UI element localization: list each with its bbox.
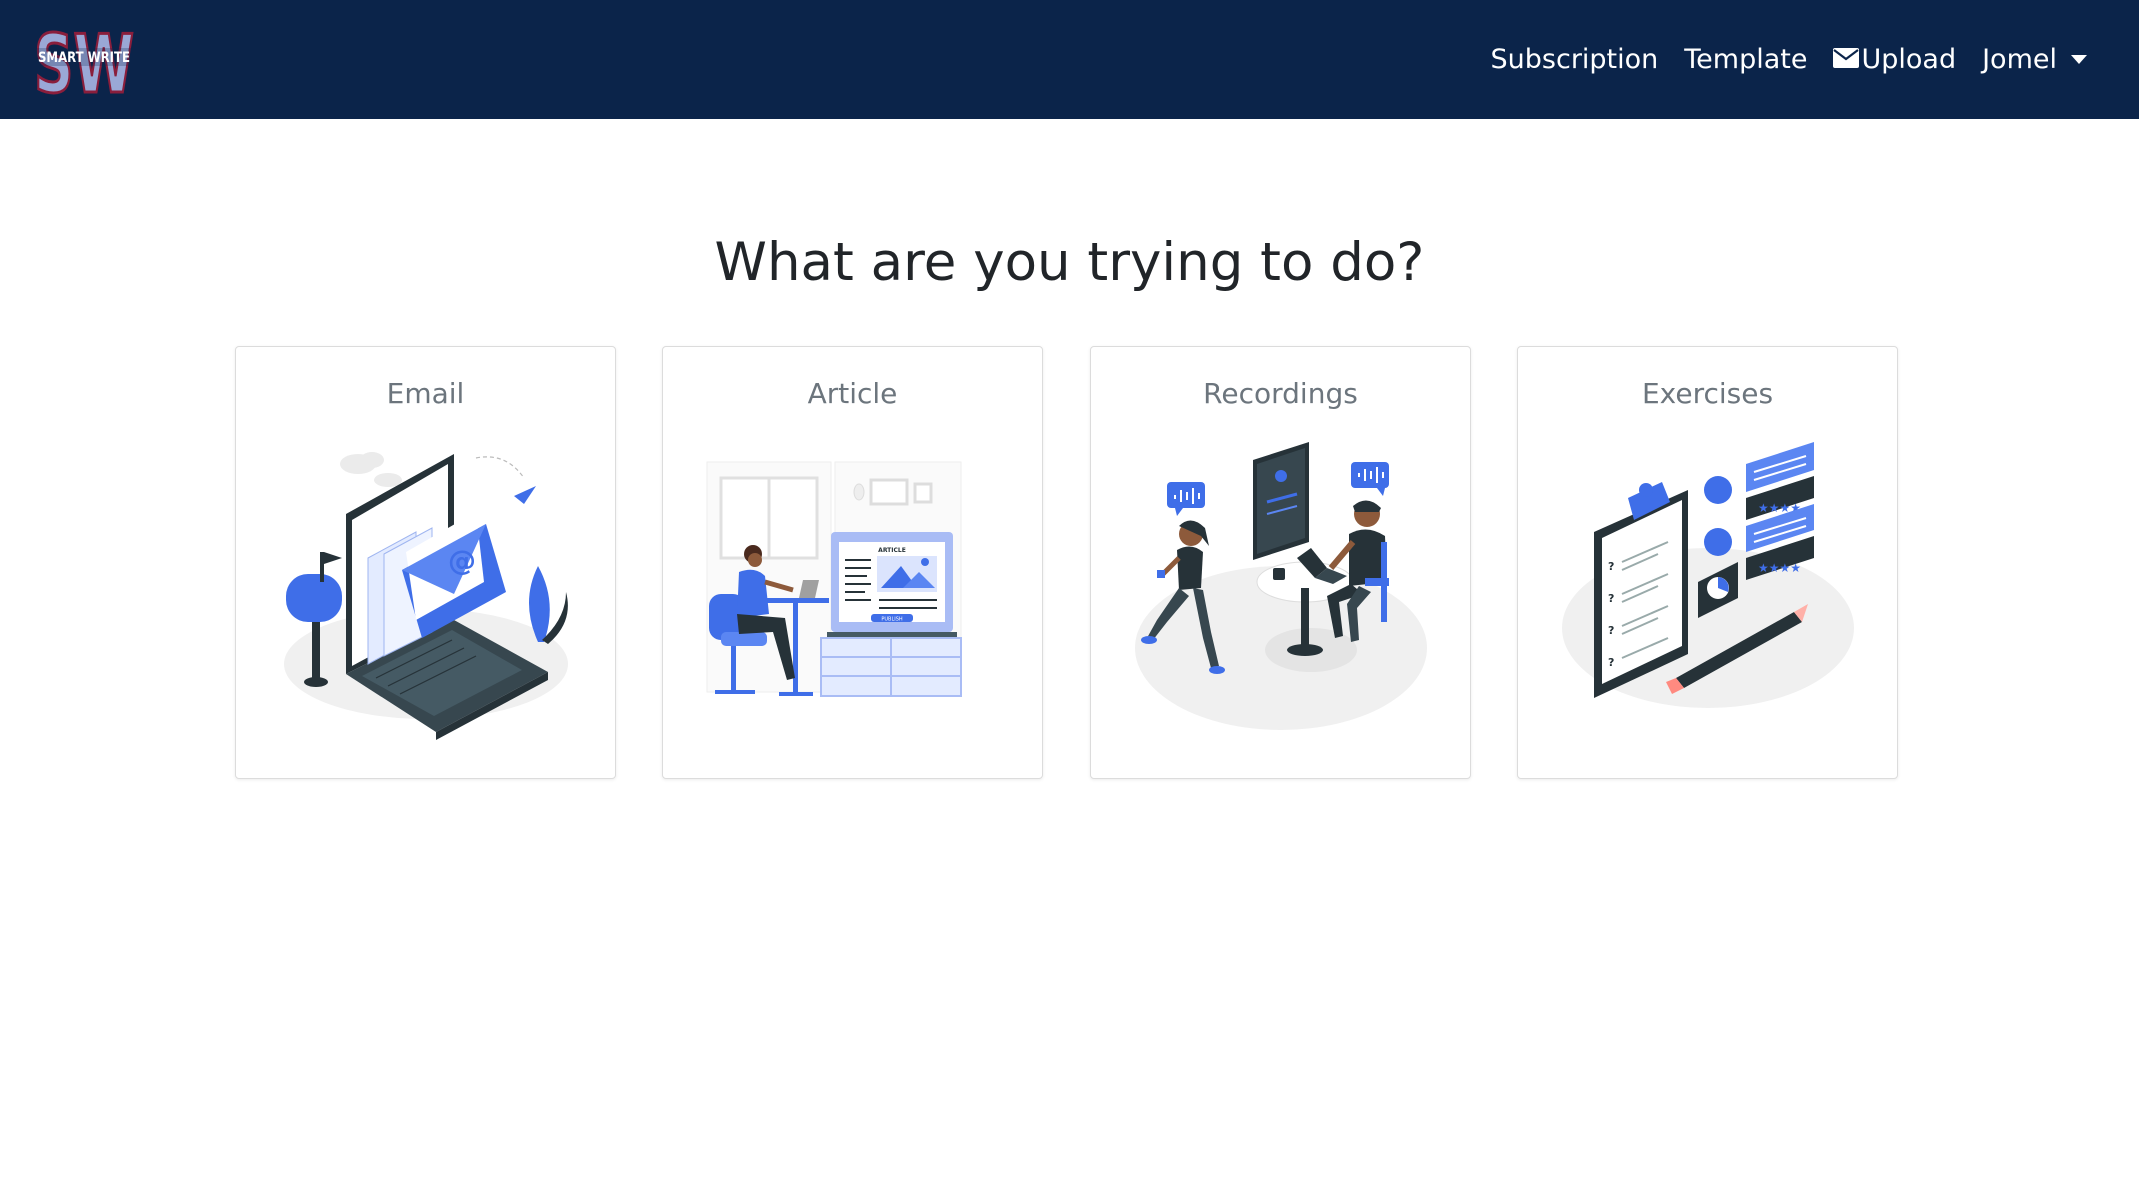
svg-text:?: ? — [1608, 624, 1614, 637]
email-card[interactable]: Email @ — [235, 346, 616, 779]
svg-text:@: @ — [448, 544, 476, 577]
svg-text:PUBLISH: PUBLISH — [881, 617, 903, 623]
svg-text:ARTICLE: ARTICLE — [878, 547, 906, 554]
svg-text:?: ? — [1608, 560, 1614, 573]
recordings-card[interactable]: Recordings — [1090, 346, 1471, 779]
email-illustration-icon: @ — [276, 442, 576, 742]
top-navbar: SW SMART WRITE Subscription Template Upl… — [0, 0, 2139, 119]
page-title: What are you trying to do? — [714, 232, 1425, 293]
exercises-card[interactable]: Exercises ???? ★★★★ ★★★★ — [1517, 346, 1898, 779]
logo-text: SMART WRITE — [38, 50, 130, 66]
user-menu-dropdown[interactable]: Jomel — [1982, 44, 2087, 75]
article-illustration-icon: ARTICLE PUBLISH — [703, 442, 1003, 742]
exercises-illustration-icon: ???? ★★★★ ★★★★ — [1558, 442, 1858, 742]
nav-upload-label: Upload — [1861, 44, 1957, 75]
nav-template-link[interactable]: Template — [1684, 44, 1807, 75]
card-title: Exercises — [1641, 377, 1774, 410]
nav-upload-link[interactable]: Upload — [1833, 44, 1956, 75]
recordings-illustration-icon — [1131, 442, 1431, 742]
nav-subscription-link[interactable]: Subscription — [1491, 44, 1659, 75]
nav-menu: Subscription Template Upload Jomel — [1465, 0, 2087, 119]
user-name: Jomel — [1982, 44, 2057, 75]
svg-text:?: ? — [1608, 592, 1614, 605]
brand-logo[interactable]: SW SMART WRITE — [32, 17, 136, 113]
envelope-icon — [1833, 44, 1860, 75]
svg-text:?: ? — [1608, 656, 1614, 669]
card-title: Article — [807, 377, 898, 410]
card-title: Email — [386, 377, 465, 410]
card-title: Recordings — [1203, 377, 1358, 410]
article-card[interactable]: Article ARTICLE PUBLISH — [662, 346, 1043, 779]
svg-text:★★★★: ★★★★ — [1758, 561, 1801, 575]
chevron-down-icon — [2071, 55, 2087, 64]
